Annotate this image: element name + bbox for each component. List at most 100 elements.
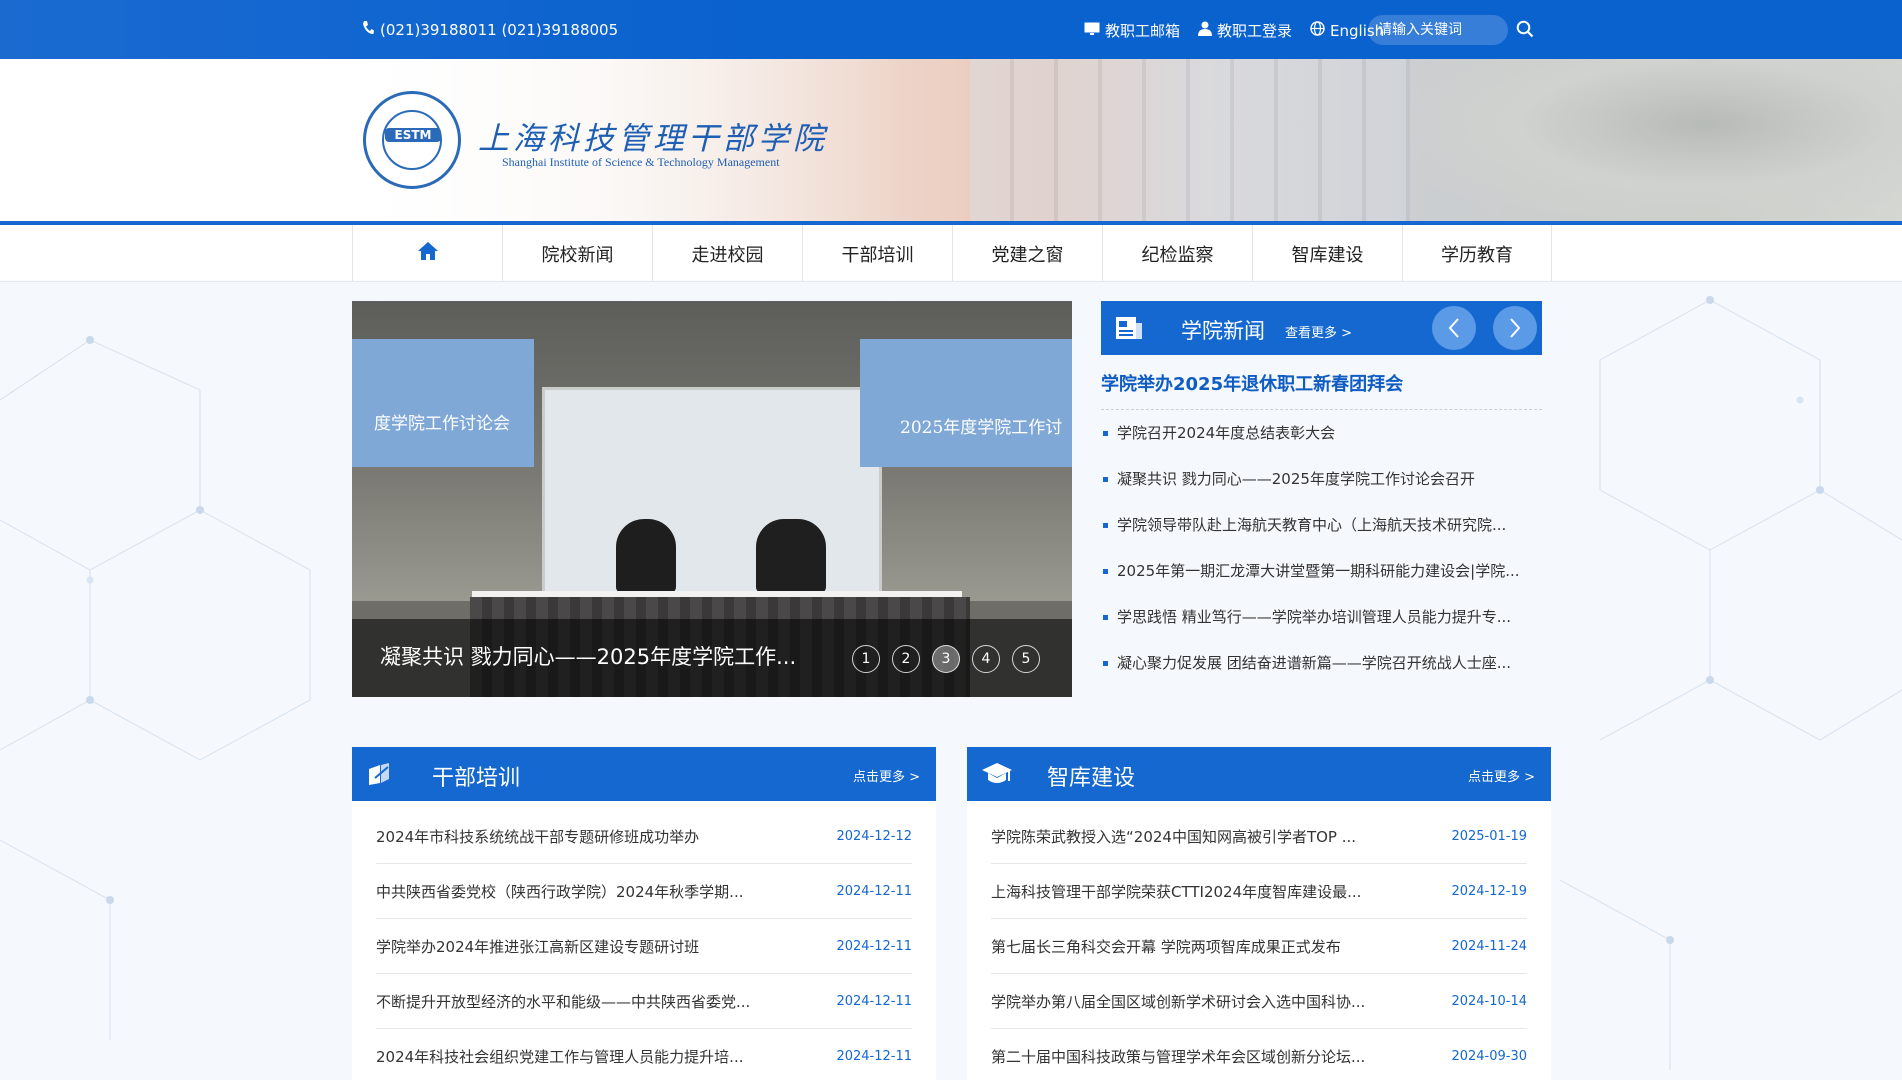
globe-icon — [1310, 21, 1325, 40]
top-links: 教职工邮箱 教职工登录 English — [1084, 20, 1384, 41]
nav-discipline[interactable]: 纪检监察 — [1102, 225, 1252, 282]
cadre-training-list: 2024年市科技系统统战干部专题研修班成功举办 2024-12-12 中共陕西省委… — [376, 809, 912, 1080]
slide-person — [756, 519, 826, 593]
phone-info: (021)39188011 (021)39188005 — [362, 20, 618, 39]
item-title: 中共陕西省委党校（陕西行政学院）2024年秋季学期... — [376, 882, 744, 901]
staff-mail-link[interactable]: 教职工邮箱 — [1084, 20, 1180, 41]
main-nav: 院校新闻 走进校园 干部培训 党建之窗 纪检监察 智库建设 学历教育 — [0, 221, 1902, 282]
think-tank-panel: 智库建设 点击更多 > 学院陈荣武教授入选“2024中国知网高被引学者TOP .… — [967, 747, 1551, 1080]
college-name-en: Shanghai Institute of Science & Technolo… — [502, 155, 780, 169]
nav-education[interactable]: 学历教育 — [1402, 225, 1552, 282]
search-icon[interactable] — [1516, 20, 1534, 42]
list-item[interactable]: 第二十届中国科技政策与管理学术年会区域创新分论坛... 2024-09-30 — [991, 1029, 1527, 1080]
staff-mail-label: 教职工邮箱 — [1105, 22, 1181, 40]
pen-book-icon — [366, 761, 392, 791]
think-tank-more-link[interactable]: 点击更多 > — [1468, 766, 1535, 785]
slide-dot[interactable]: 4 — [972, 645, 1000, 673]
list-item[interactable]: 中共陕西省委党校（陕西行政学院）2024年秋季学期... 2024-12-11 — [376, 864, 912, 919]
college-news-title: 学院新闻 — [1181, 319, 1265, 343]
item-date: 2024-11-24 — [1451, 938, 1527, 954]
list-item[interactable]: 学院召开2024年度总结表彰大会 — [1101, 410, 1542, 456]
list-item[interactable]: 学院举办第八届全国区域创新学术研讨会入选中国科协... 2024-10-14 — [991, 974, 1527, 1029]
item-title: 不断提升开放型经济的水平和能级——中共陕西省委党... — [376, 992, 751, 1011]
item-title: 学院举办2024年推进张江高新区建设专题研讨班 — [376, 937, 700, 956]
nav-party-building[interactable]: 党建之窗 — [952, 225, 1102, 282]
nav-college-news[interactable]: 院校新闻 — [502, 225, 652, 282]
home-icon — [417, 241, 439, 266]
chevron-right-icon[interactable] — [1493, 306, 1537, 350]
slide-dot[interactable]: 5 — [1012, 645, 1040, 673]
college-news-header: 学院新闻 查看更多 > — [1101, 301, 1542, 355]
nav-think-tank[interactable]: 智库建设 — [1252, 225, 1402, 282]
list-item[interactable]: 凝聚共识 戮力同心——2025年度学院工作讨论会召开 — [1101, 456, 1542, 502]
slide-screen-left — [352, 339, 534, 467]
nav-campus[interactable]: 走进校园 — [652, 225, 802, 282]
monitor-icon — [1084, 22, 1100, 40]
item-title: 学院陈荣武教授入选“2024中国知网高被引学者TOP ... — [991, 827, 1357, 846]
staff-login-link[interactable]: 教职工登录 — [1198, 20, 1292, 41]
item-title: 上海科技管理干部学院荣获CTTI2024年度智库建设最... — [991, 882, 1362, 901]
list-item[interactable]: 2024年市科技系统统战干部专题研修班成功举办 2024-12-12 — [376, 809, 912, 864]
think-tank-list: 学院陈荣武教授入选“2024中国知网高被引学者TOP ... 2025-01-19… — [991, 809, 1527, 1080]
item-title: 第七届长三角科交会开幕 学院两项智库成果正式发布 — [991, 937, 1341, 956]
slide-screen-right — [860, 339, 1072, 467]
slide-pagination: 1 2 3 4 5 — [852, 645, 1040, 673]
list-item[interactable]: 凝心聚力促发展 团结奋进谱新篇——学院召开统战人士座... — [1101, 640, 1542, 686]
item-date: 2024-12-12 — [836, 828, 912, 844]
logo-badge-text: ESTM — [385, 128, 441, 142]
list-item[interactable]: 学思践悟 精业笃行——学院举办培训管理人员能力提升专... — [1101, 594, 1542, 640]
slide-dot[interactable]: 1 — [852, 645, 880, 673]
featured-news-link[interactable]: 学院举办2025年退休职工新春团拜会 — [1101, 370, 1542, 410]
user-icon — [1198, 21, 1213, 40]
phone-numbers: (021)39188011 (021)39188005 — [380, 20, 619, 39]
college-logo[interactable]: ESTM — [363, 91, 461, 189]
cadre-training-title: 干部培训 — [432, 766, 521, 791]
item-title: 学院举办第八届全国区域创新学术研讨会入选中国科协... — [991, 992, 1366, 1011]
slide-caption[interactable]: 凝聚共识 戮力同心——2025年度学院工作... — [380, 641, 796, 671]
item-date: 2024-10-14 — [1451, 993, 1527, 1009]
item-date: 2024-12-11 — [836, 1048, 912, 1064]
list-item[interactable]: 不断提升开放型经济的水平和能级——中共陕西省委党... 2024-12-11 — [376, 974, 912, 1029]
top-bar: (021)39188011 (021)39188005 教职工邮箱 教职工登录 … — [0, 0, 1902, 59]
staff-login-label: 教职工登录 — [1217, 22, 1293, 40]
phone-icon — [362, 20, 374, 39]
nav-cadre-training[interactable]: 干部培训 — [802, 225, 952, 282]
cadre-training-header: 干部培训 点击更多 > — [352, 747, 936, 801]
think-tank-header: 智库建设 点击更多 > — [967, 747, 1551, 801]
college-news-list: 学院召开2024年度总结表彰大会 凝聚共识 戮力同心——2025年度学院工作讨论… — [1101, 410, 1542, 686]
cadre-training-panel: 干部培训 点击更多 > 2024年市科技系统统战干部专题研修班成功举办 2024-… — [352, 747, 936, 1080]
newspaper-icon — [1115, 315, 1143, 345]
building-photo — [970, 59, 1410, 221]
slide-dot[interactable]: 2 — [892, 645, 920, 673]
item-title: 2024年市科技系统统战干部专题研修班成功举办 — [376, 827, 700, 846]
college-news-more-link[interactable]: 查看更多 > — [1285, 322, 1352, 341]
header-banner — [0, 59, 1902, 221]
list-item[interactable]: 学院领导带队赴上海航天教育中心（上海航天技术研究院... — [1101, 502, 1542, 548]
item-date: 2024-12-11 — [836, 993, 912, 1009]
item-date: 2025-01-19 — [1451, 828, 1527, 844]
slide-projection-screen — [542, 387, 882, 597]
slide-screen-right-text: 2025年度学院工作讨 — [900, 418, 1063, 438]
item-date: 2024-12-11 — [836, 883, 912, 899]
search-input[interactable]: 请输入关键词 — [1368, 15, 1508, 45]
item-date: 2024-12-11 — [836, 938, 912, 954]
item-title: 第二十届中国科技政策与管理学术年会区域创新分论坛... — [991, 1047, 1366, 1066]
item-date: 2024-09-30 — [1451, 1048, 1527, 1064]
list-item[interactable]: 第七届长三角科交会开幕 学院两项智库成果正式发布 2024-11-24 — [991, 919, 1527, 974]
list-item[interactable]: 2025年第一期汇龙潭大讲堂暨第一期科研能力建设会|学院... — [1101, 548, 1542, 594]
slide-screen-left-text: 度学院工作讨论会 — [374, 414, 510, 434]
think-tank-title: 智库建设 — [1047, 766, 1136, 791]
tree-photo — [1410, 59, 1902, 221]
list-item[interactable]: 学院举办2024年推进张江高新区建设专题研讨班 2024-12-11 — [376, 919, 912, 974]
nav-home[interactable] — [352, 225, 502, 282]
chevron-left-icon[interactable] — [1432, 306, 1476, 350]
college-name[interactable]: 上海科技管理干部学院 — [478, 113, 828, 158]
list-item[interactable]: 学院陈荣武教授入选“2024中国知网高被引学者TOP ... 2025-01-19 — [991, 809, 1527, 864]
slide-caption-bar: 凝聚共识 戮力同心——2025年度学院工作... 1 2 3 4 5 — [352, 619, 1072, 697]
slide-dot-active[interactable]: 3 — [932, 645, 960, 673]
item-date: 2024-12-19 — [1451, 883, 1527, 899]
news-slider[interactable]: 度学院工作讨论会 2025年度学院工作讨 凝聚共识 戮力同心——2025年度学院… — [352, 301, 1072, 697]
list-item[interactable]: 2024年科技社会组织党建工作与管理人员能力提升培... 2024-12-11 — [376, 1029, 912, 1080]
cadre-training-more-link[interactable]: 点击更多 > — [853, 766, 920, 785]
list-item[interactable]: 上海科技管理干部学院荣获CTTI2024年度智库建设最... 2024-12-19 — [991, 864, 1527, 919]
